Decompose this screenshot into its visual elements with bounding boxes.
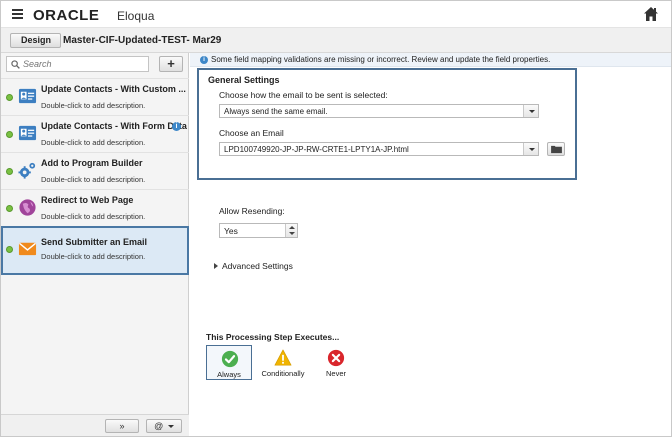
option-label: Conditionally bbox=[261, 369, 305, 378]
globe-redirect-icon bbox=[19, 199, 36, 216]
general-settings-panel: General Settings Choose how the email to… bbox=[197, 68, 577, 180]
status-dot bbox=[6, 205, 13, 212]
step-title: Add to Program Builder bbox=[41, 158, 143, 168]
step-title: Send Submitter an Email bbox=[41, 237, 148, 247]
chevron-down-icon bbox=[523, 143, 538, 155]
search-box[interactable] bbox=[6, 56, 149, 72]
email-selection-value: Always send the same email. bbox=[224, 107, 328, 116]
top-bar: ORACLE Eloqua bbox=[1, 1, 671, 28]
gears-icon bbox=[18, 162, 36, 179]
option-label: Always bbox=[217, 370, 241, 379]
product-name: Eloqua bbox=[117, 9, 155, 23]
step-title: Redirect to Web Page bbox=[41, 195, 134, 205]
check-circle-icon bbox=[221, 350, 239, 368]
step-description: Double-click to add description. bbox=[41, 252, 146, 261]
execute-never-option[interactable]: Never bbox=[313, 345, 359, 380]
choose-email-value: LPD100749920-JP-JP-RW-CRTE1-LPTY1A-JP.ht… bbox=[224, 145, 409, 154]
alert-text: Some field mapping validations are missi… bbox=[211, 55, 551, 64]
step-description: Double-click to add description. bbox=[41, 175, 146, 184]
list-item[interactable]: Redirect to Web Page Double-click to add… bbox=[1, 189, 189, 226]
allow-resending-select[interactable]: Yes bbox=[219, 223, 298, 238]
add-step-button[interactable]: + bbox=[159, 56, 183, 72]
folder-icon bbox=[551, 145, 562, 154]
step-properties-panel: i Some field mapping validations are mis… bbox=[190, 53, 671, 436]
step-title: Update Contacts - With Form Data bbox=[41, 121, 187, 131]
at-menu-button[interactable]: @ bbox=[146, 419, 182, 433]
validation-alert: i Some field mapping validations are mis… bbox=[190, 53, 671, 67]
status-dot bbox=[6, 131, 13, 138]
x-circle-icon bbox=[327, 349, 345, 367]
allow-resending-value: Yes bbox=[224, 226, 238, 236]
list-item[interactable]: Update Contacts - With Custom ... Double… bbox=[1, 78, 189, 115]
warning-triangle-icon bbox=[274, 349, 292, 366]
list-item[interactable]: Add to Program Builder Double-click to a… bbox=[1, 152, 189, 189]
page-title: Master-CIF-Updated-TEST- Mar29 bbox=[63, 35, 222, 46]
expand-button[interactable]: » bbox=[105, 419, 139, 433]
search-icon bbox=[11, 60, 20, 69]
browse-email-button[interactable] bbox=[547, 142, 565, 156]
search-input[interactable] bbox=[23, 58, 145, 70]
envelope-icon bbox=[18, 242, 37, 256]
chevron-down-icon bbox=[167, 425, 174, 428]
info-icon: i bbox=[200, 56, 208, 64]
step-description: Double-click to add description. bbox=[41, 138, 146, 147]
contact-card-icon bbox=[18, 125, 37, 141]
chevron-down-icon bbox=[523, 105, 538, 117]
hamburger-menu-icon[interactable] bbox=[12, 9, 23, 19]
contact-card-icon bbox=[18, 88, 37, 104]
chevron-right-icon bbox=[214, 263, 218, 269]
sidebar-footer: » @ bbox=[1, 414, 189, 436]
choose-email-dropdown[interactable]: LPD100749920-JP-JP-RW-CRTE1-LPTY1A-JP.ht… bbox=[219, 142, 539, 156]
email-selection-dropdown[interactable]: Always send the same email. bbox=[219, 104, 539, 118]
general-settings-title: General Settings bbox=[208, 75, 280, 85]
execution-title: This Processing Step Executes... bbox=[206, 332, 340, 342]
status-dot bbox=[6, 246, 13, 253]
home-icon[interactable] bbox=[643, 6, 659, 22]
execute-conditionally-option[interactable]: Conditionally bbox=[259, 345, 307, 380]
updown-arrows-icon bbox=[285, 224, 297, 237]
choose-email-label: Choose an Email bbox=[219, 128, 284, 138]
status-dot bbox=[6, 168, 13, 175]
status-dot bbox=[6, 94, 13, 101]
execute-always-option[interactable]: Always bbox=[206, 345, 252, 380]
list-item[interactable]: Update Contacts - With Form Data i Doubl… bbox=[1, 115, 189, 152]
info-icon[interactable]: i bbox=[172, 122, 181, 131]
advanced-settings-label: Advanced Settings bbox=[222, 261, 293, 271]
steps-sidebar: + Update Contacts - With Custom ... Doub… bbox=[1, 53, 189, 436]
step-description: Double-click to add description. bbox=[41, 101, 146, 110]
step-list: Update Contacts - With Custom ... Double… bbox=[1, 78, 189, 275]
oracle-logo: ORACLE bbox=[33, 7, 100, 24]
at-label: @ bbox=[154, 421, 164, 431]
step-description: Double-click to add description. bbox=[41, 212, 146, 221]
list-item-selected[interactable]: Send Submitter an Email Double-click to … bbox=[1, 226, 189, 275]
email-selection-label: Choose how the email to be sent is selec… bbox=[219, 90, 388, 100]
allow-resending-label: Allow Resending: bbox=[219, 206, 285, 216]
design-button[interactable]: Design bbox=[10, 33, 62, 48]
advanced-settings-toggle[interactable]: Advanced Settings bbox=[214, 261, 293, 271]
sub-toolbar: Design Master-CIF-Updated-TEST- Mar29 bbox=[1, 28, 671, 53]
step-title: Update Contacts - With Custom ... bbox=[41, 84, 186, 94]
option-label: Never bbox=[325, 369, 346, 378]
